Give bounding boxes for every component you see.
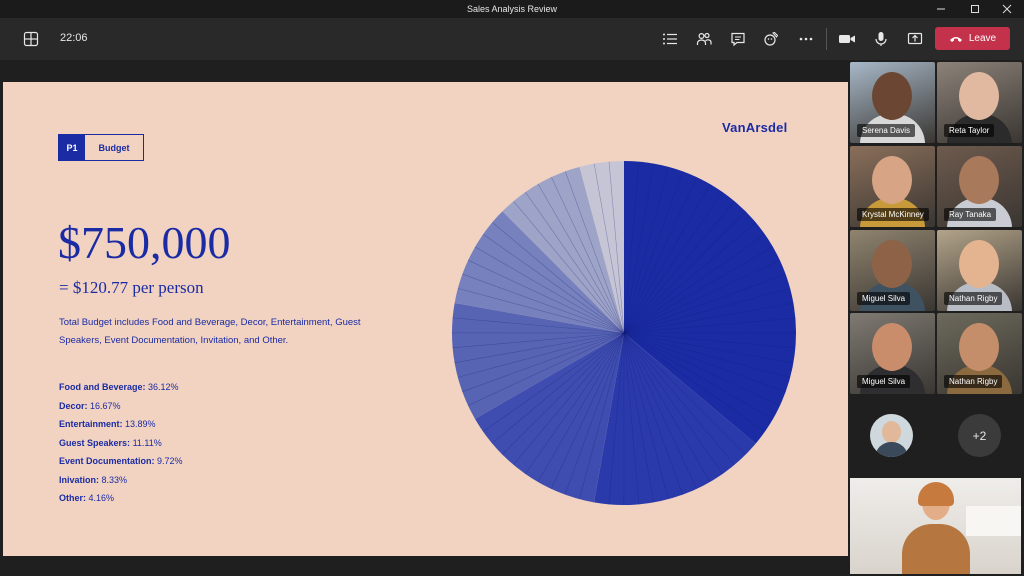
- badge-id: P1: [59, 135, 85, 160]
- breakdown-row: Food and Beverage: 36.12%: [59, 382, 183, 401]
- breakdown-value: 16.67%: [90, 401, 121, 411]
- participant-face: [872, 323, 912, 371]
- people-icon: [696, 31, 712, 47]
- participants-button[interactable]: [691, 26, 717, 52]
- leave-label: Leave: [969, 33, 996, 44]
- shared-slide: P1 Budget VanArsdel $750,000 = $120.77 p…: [3, 82, 848, 556]
- avatar-face: [882, 421, 901, 443]
- microphone-button[interactable]: [868, 26, 894, 52]
- breakdown-value: 13.89%: [125, 419, 156, 429]
- maximize-button[interactable]: [958, 0, 992, 18]
- participant-face: [959, 240, 999, 288]
- participant-name: Krystal McKinney: [857, 208, 929, 221]
- leave-button[interactable]: Leave: [935, 27, 1010, 50]
- close-window-button[interactable]: [990, 0, 1024, 18]
- breakdown-category: Food and Beverage:: [59, 382, 146, 392]
- self-view-shelf: [966, 506, 1021, 536]
- participant-tile[interactable]: Nathan Rigby: [937, 230, 1022, 311]
- close-icon: [1002, 4, 1012, 14]
- breakdown-value: 8.33%: [102, 475, 128, 485]
- breakdown-category: Event Documentation:: [59, 456, 155, 466]
- share-screen-icon: [907, 31, 923, 47]
- layout-button[interactable]: [18, 26, 44, 52]
- budget-breakdown: Food and Beverage: 36.12% Decor: 16.67% …: [59, 382, 183, 512]
- window-titlebar: Sales Analysis Review: [0, 0, 1024, 18]
- agenda-button[interactable]: [657, 26, 683, 52]
- self-view-video: [850, 478, 1021, 574]
- breakdown-value: 36.12%: [148, 382, 179, 392]
- minimize-icon: [936, 4, 946, 14]
- participant-tile[interactable]: Ray Tanaka: [937, 146, 1022, 227]
- participant-tile[interactable]: Miguel Silva: [850, 313, 935, 394]
- breakdown-category: Guest Speakers:: [59, 438, 130, 448]
- participant-avatar[interactable]: [870, 414, 913, 457]
- reactions-button[interactable]: [759, 26, 785, 52]
- hang-up-icon: [949, 35, 963, 43]
- slide-badge: P1 Budget: [58, 134, 144, 161]
- participant-name: Miguel Silva: [857, 292, 910, 305]
- camera-icon: [838, 31, 856, 47]
- vanarsdel-logo: VanArsdel: [722, 120, 787, 135]
- more-participants-button[interactable]: +2: [958, 414, 1001, 457]
- meeting-toolbar: 22:06: [0, 18, 1024, 60]
- microphone-icon: [873, 31, 889, 47]
- participant-face: [959, 72, 999, 120]
- maximize-icon: [970, 4, 980, 14]
- reaction-icon: [764, 31, 780, 47]
- breakdown-row: Event Documentation: 9.72%: [59, 456, 183, 475]
- budget-pie-chart: [451, 160, 797, 506]
- more-options-button[interactable]: [793, 26, 819, 52]
- breakdown-value: 11.11%: [133, 438, 162, 448]
- breakdown-row: Inivation: 8.33%: [59, 475, 183, 494]
- minimize-button[interactable]: [924, 0, 958, 18]
- participant-face: [872, 156, 912, 204]
- meeting-timer: 22:06: [60, 32, 88, 44]
- breakdown-row: Guest Speakers: 11.11%: [59, 438, 183, 457]
- breakdown-row: Decor: 16.67%: [59, 401, 183, 420]
- more-icon: [798, 31, 814, 47]
- participant-face: [872, 72, 912, 120]
- budget-amount: $750,000: [58, 216, 231, 269]
- grid-layout-icon: [23, 31, 39, 47]
- badge-label: Budget: [85, 135, 143, 160]
- participant-tile[interactable]: Krystal McKinney: [850, 146, 935, 227]
- camera-button[interactable]: [834, 26, 860, 52]
- participant-face: [872, 240, 912, 288]
- share-screen-button[interactable]: [902, 26, 928, 52]
- chat-button[interactable]: [725, 26, 751, 52]
- participant-tile[interactable]: Miguel Silva: [850, 230, 935, 311]
- participant-name: Reta Taylor: [944, 124, 994, 137]
- per-person-amount: = $120.77 per person: [59, 278, 204, 298]
- participant-tile[interactable]: Nathan Rigby: [937, 313, 1022, 394]
- breakdown-row: Entertainment: 13.89%: [59, 419, 183, 438]
- breakdown-category: Entertainment:: [59, 419, 123, 429]
- participant-face: [959, 156, 999, 204]
- breakdown-category: Other:: [59, 493, 86, 503]
- window-title: Sales Analysis Review: [0, 4, 1024, 14]
- participant-tile[interactable]: Serena Davis: [850, 62, 935, 143]
- list-icon: [662, 31, 678, 47]
- toolbar-divider: [826, 28, 827, 50]
- participant-name: Nathan Rigby: [944, 375, 1002, 388]
- participant-face: [959, 323, 999, 371]
- breakdown-value: 9.72%: [157, 456, 183, 466]
- participant-tile[interactable]: Reta Taylor: [937, 62, 1022, 143]
- participant-name: Ray Tanaka: [944, 208, 996, 221]
- breakdown-value: 4.16%: [89, 493, 115, 503]
- self-view-body: [902, 524, 970, 574]
- breakdown-category: Inivation:: [59, 475, 99, 485]
- participant-name: Miguel Silva: [857, 375, 910, 388]
- chat-icon: [730, 31, 746, 47]
- participant-name: Serena Davis: [857, 124, 915, 137]
- breakdown-category: Decor:: [59, 401, 88, 411]
- breakdown-row: Other: 4.16%: [59, 493, 183, 512]
- participant-name: Nathan Rigby: [944, 292, 1002, 305]
- avatar-body: [875, 442, 908, 457]
- budget-description: Total Budget includes Food and Beverage,…: [59, 314, 369, 350]
